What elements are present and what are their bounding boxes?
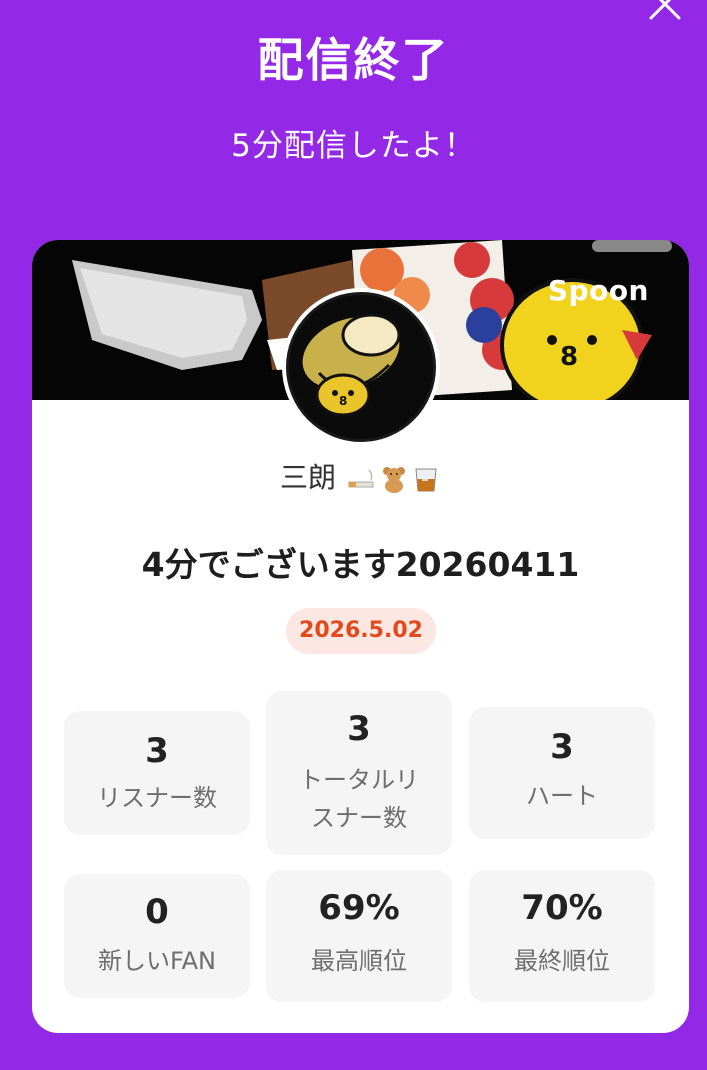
stat-value: 3 <box>347 709 371 749</box>
stat-total-listeners: 3 トータルリ スナー数 <box>266 691 452 855</box>
stat-value: 69% <box>318 888 400 928</box>
stat-label: リスナー数 <box>97 784 217 812</box>
svg-text:8: 8 <box>560 342 578 372</box>
broadcast-end-screen: 配信終了 5分配信したよ！ 8 Spoon 8 三朗 4分でございます20260… <box>0 0 707 1070</box>
stat-label: ハート <box>526 782 598 810</box>
cigarette-icon <box>347 464 377 494</box>
stat-new-fans: 0 新しいFAN <box>64 874 250 998</box>
streamer-name: 三朗 <box>32 458 689 498</box>
stat-final-rank: 70% 最終順位 <box>469 870 655 1002</box>
stat-value: 70% <box>521 888 603 928</box>
stat-label-line1: トータルリ <box>299 766 419 794</box>
stat-label: 最高順位 <box>311 947 407 975</box>
stat-value: 0 <box>145 892 169 932</box>
stream-title: 4分でございます20260411 <box>141 545 580 584</box>
stat-label: 最終順位 <box>514 947 610 975</box>
date-badge: 2026.5.02 <box>286 608 436 654</box>
streamer-name-text: 三朗 <box>280 461 337 494</box>
svg-text:8: 8 <box>339 394 347 408</box>
stat-hearts: 3 ハート <box>469 707 655 839</box>
teddy-bear-icon <box>379 464 409 494</box>
stat-label: 新しいFAN <box>98 947 216 975</box>
close-button[interactable] <box>647 0 683 22</box>
stat-highest-rank: 69% 最高順位 <box>266 870 452 1002</box>
stat-label-line2: スナー数 <box>311 804 407 832</box>
whisky-glass-icon <box>411 464 441 494</box>
broadcast-summary-card: 8 Spoon 8 三朗 4分でございます20260411 2026.5.02 … <box>32 240 689 1033</box>
page-subtitle: 5分配信したよ！ <box>231 128 476 164</box>
page-title: 配信終了 <box>257 33 450 87</box>
avatar: 8 <box>282 288 440 446</box>
spoon-logo: Spoon <box>547 274 649 307</box>
stat-listeners: 3 リスナー数 <box>64 711 250 835</box>
stat-value: 3 <box>550 727 574 767</box>
close-icon <box>649 0 681 20</box>
stat-value: 3 <box>145 731 169 771</box>
